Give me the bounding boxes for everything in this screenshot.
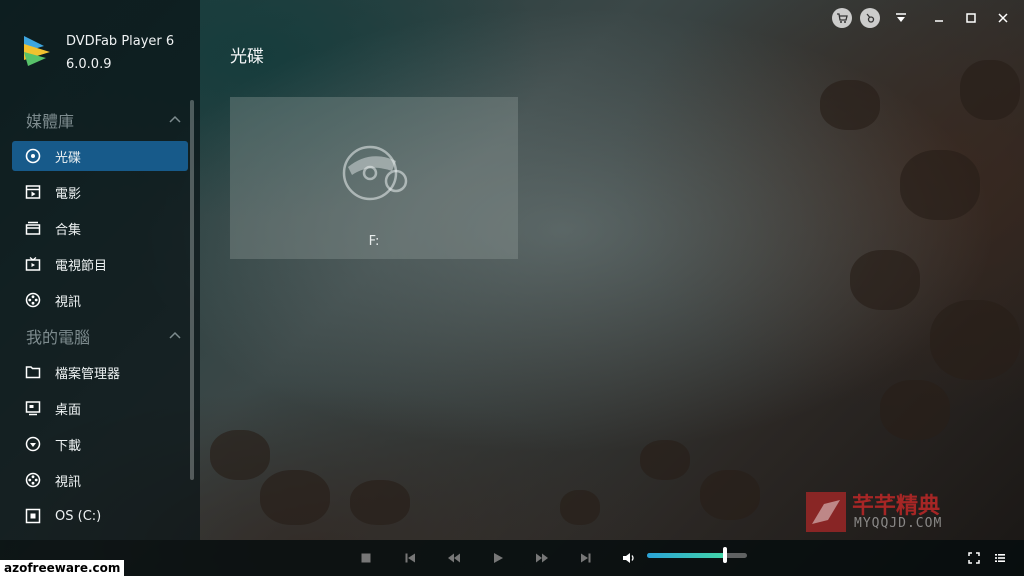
sidebar-item-label: 視訊 xyxy=(55,474,82,490)
sidebar-item-video[interactable]: 視訊 xyxy=(12,285,188,315)
volume-slider[interactable] xyxy=(647,547,747,563)
sidebar-item-disc[interactable]: 光碟 xyxy=(12,141,188,171)
sidebar-item-label: 光碟 xyxy=(55,150,82,166)
disc-icon xyxy=(25,148,41,164)
volume-icon xyxy=(623,553,634,563)
drive-icon xyxy=(25,508,41,524)
fast-forward-button[interactable] xyxy=(532,548,552,568)
movie-icon xyxy=(25,185,41,199)
section-header-my-computer[interactable]: 我的電腦 xyxy=(26,324,182,348)
chevron-up-icon[interactable] xyxy=(168,113,182,127)
video-reel-icon xyxy=(25,472,41,488)
download-icon xyxy=(25,436,41,452)
menu-button[interactable] xyxy=(890,8,912,28)
section-title: 我的電腦 xyxy=(26,328,91,347)
sidebar-item-downloads[interactable]: 下載 xyxy=(12,429,188,459)
sidebar-item-collections[interactable]: 合集 xyxy=(12,213,188,243)
disc-drive-tile[interactable]: F: xyxy=(230,97,518,259)
folder-icon xyxy=(25,366,41,379)
account-button[interactable] xyxy=(860,8,880,28)
sidebar-item-video-computer[interactable]: 視訊 xyxy=(12,465,188,495)
tv-icon xyxy=(25,257,41,271)
minimize-icon xyxy=(935,20,943,22)
volume-button[interactable] xyxy=(619,548,639,568)
chevron-up-icon[interactable] xyxy=(168,329,182,343)
player-controls-bar xyxy=(0,540,1024,576)
sidebar-item-desktop[interactable]: 桌面 xyxy=(12,393,188,423)
collection-icon xyxy=(25,221,41,235)
account-icon xyxy=(866,13,875,23)
cart-button[interactable] xyxy=(832,8,852,28)
watermark-logo-icon xyxy=(806,492,846,532)
window-controls xyxy=(832,8,1014,28)
rewind-icon xyxy=(448,553,460,563)
app-version: 6.0.0.9 xyxy=(66,57,112,72)
fullscreen-icon xyxy=(968,552,980,564)
menu-icon xyxy=(896,13,906,22)
sidebar-item-label: 電視節目 xyxy=(55,258,108,274)
sidebar-item-label: OS (C:) xyxy=(55,508,102,524)
volume-handle[interactable] xyxy=(723,547,727,563)
watermark-text-en: MYQQJD.COM xyxy=(854,516,943,531)
close-button[interactable] xyxy=(992,8,1014,28)
next-icon xyxy=(581,553,591,563)
sidebar: DVDFab Player 6 6.0.0.9 媒體庫 光碟 電影 合集 電視節… xyxy=(0,0,200,540)
desktop-icon xyxy=(25,401,41,416)
maximize-button[interactable] xyxy=(960,8,982,28)
minimize-button[interactable] xyxy=(928,8,950,28)
sidebar-item-label: 桌面 xyxy=(55,402,82,418)
sidebar-scrollbar[interactable] xyxy=(190,100,194,480)
cart-icon xyxy=(837,13,848,23)
playlist-icon xyxy=(995,554,1005,562)
rewind-button[interactable] xyxy=(444,548,464,568)
watermark-myqqjd: 芊芊精典 MYQQJD.COM xyxy=(800,488,990,538)
sidebar-item-label: 合集 xyxy=(55,222,82,238)
sidebar-item-movies[interactable]: 電影 xyxy=(12,177,188,207)
sidebar-item-label: 電影 xyxy=(55,186,82,202)
close-icon xyxy=(998,13,1008,23)
next-button[interactable] xyxy=(576,548,596,568)
disc-drive-icon xyxy=(342,145,408,201)
sidebar-item-label: 下載 xyxy=(55,438,82,454)
video-reel-icon xyxy=(25,292,41,308)
section-title: 媒體庫 xyxy=(26,112,75,131)
volume-fill xyxy=(647,553,725,558)
stop-icon xyxy=(361,553,371,563)
sidebar-item-label: 視訊 xyxy=(55,294,82,310)
dvdfab-logo-icon xyxy=(24,36,50,66)
previous-icon xyxy=(405,553,415,563)
sidebar-item-os-drive[interactable]: OS (C:) xyxy=(12,501,188,531)
fast-forward-icon xyxy=(536,553,548,563)
sidebar-item-label: 檔案管理器 xyxy=(55,366,121,382)
play-icon xyxy=(494,553,503,563)
play-button[interactable] xyxy=(488,548,508,568)
section-header-media-library[interactable]: 媒體庫 xyxy=(26,108,182,132)
maximize-icon xyxy=(966,13,976,23)
drive-label: F: xyxy=(368,234,380,249)
fullscreen-button[interactable] xyxy=(964,548,984,568)
sidebar-item-file-manager[interactable]: 檔案管理器 xyxy=(12,357,188,387)
brand: DVDFab Player 6 6.0.0.9 xyxy=(22,30,174,76)
previous-button[interactable] xyxy=(400,548,420,568)
app-name: DVDFab Player 6 xyxy=(66,34,175,49)
stop-button[interactable] xyxy=(356,548,376,568)
sidebar-item-tv-shows[interactable]: 電視節目 xyxy=(12,249,188,279)
playlist-button[interactable] xyxy=(990,548,1010,568)
watermark-azofreeware: azofreeware.com xyxy=(0,560,125,576)
page-title: 光碟 xyxy=(230,47,264,67)
